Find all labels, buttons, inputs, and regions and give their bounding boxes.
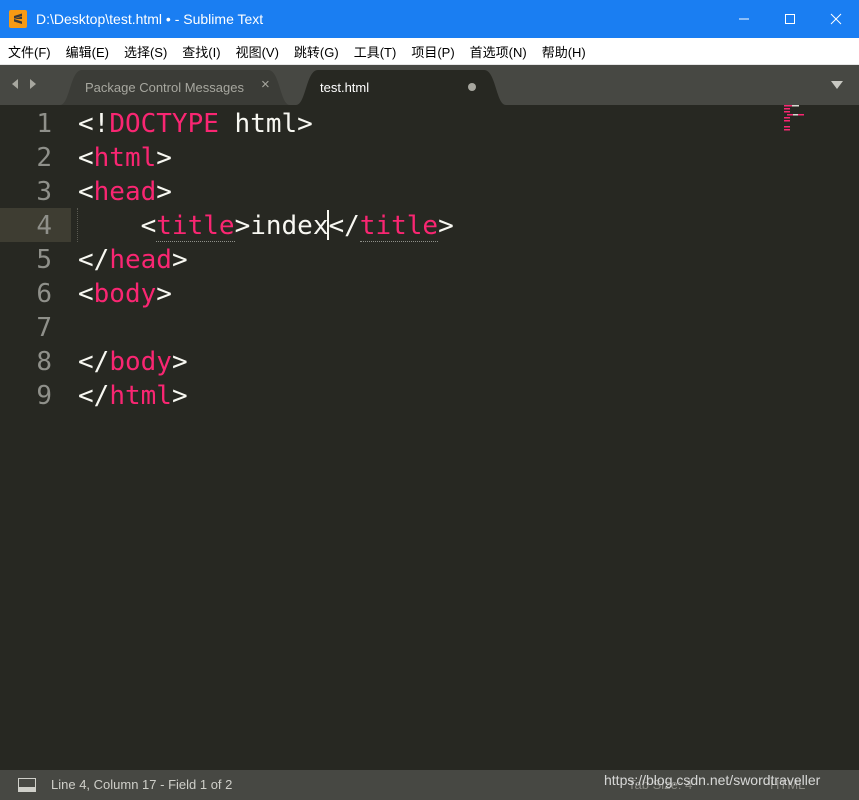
tab-label: Package Control Messages — [85, 80, 244, 95]
menu-file[interactable]: 文件(F) — [0, 42, 58, 61]
tab-label: test.html — [320, 80, 370, 95]
menu-selection[interactable]: 选择(S) — [116, 42, 174, 61]
tab-close-icon[interactable]: × — [261, 76, 270, 93]
line-number: 2 — [36, 143, 52, 173]
code-line: 7 — [0, 311, 780, 345]
code-token: >index — [234, 211, 329, 241]
tab-test-html[interactable]: test.html — [296, 70, 506, 105]
tag-name-token: html — [109, 381, 172, 411]
code-token: > — [156, 177, 172, 207]
code-token: > — [171, 245, 188, 275]
close-button[interactable] — [813, 0, 859, 38]
code-text: <body> — [78, 277, 172, 311]
tag-name-token: body — [93, 279, 157, 309]
code-line: 5 </head> — [0, 243, 780, 277]
tag-name-token: html — [93, 143, 157, 173]
maximize-icon — [785, 14, 795, 24]
code-text: </body> — [78, 345, 188, 379]
cursor-position: Line 4, Column 17 - Field 1 of 2 — [51, 777, 233, 792]
line-number: 9 — [36, 381, 52, 411]
code-text: </html> — [78, 379, 188, 413]
close-icon — [830, 13, 842, 25]
menu-project[interactable]: 项目(P) — [403, 42, 461, 61]
code-token: html> — [218, 109, 313, 139]
menu-bar: 文件(F) 编辑(E) 选择(S) 查找(I) 视图(V) 跳转(G) 工具(T… — [0, 38, 859, 65]
code-token: <! — [78, 109, 110, 139]
title-bar: D:\Desktop\test.html • - Sublime Text — [0, 0, 859, 38]
minimap[interactable] — [784, 105, 820, 135]
tab-list-dropdown-icon[interactable] — [831, 80, 843, 90]
menu-edit[interactable]: 编辑(E) — [58, 42, 116, 61]
tag-name-token: DOCTYPE — [109, 109, 219, 139]
code-line: 9 </html> — [0, 379, 780, 413]
line-number: 1 — [36, 109, 52, 139]
code-token: </ — [78, 347, 110, 377]
sublime-text-icon — [9, 10, 27, 28]
code-line: 1 <!DOCTYPE html> — [0, 107, 780, 141]
tag-name-token: body — [109, 347, 172, 377]
code-token: </ — [328, 211, 360, 241]
menu-tools[interactable]: 工具(T) — [346, 42, 404, 61]
code-token: < — [78, 143, 94, 173]
code-token: > — [171, 381, 188, 411]
maximize-button[interactable] — [767, 0, 813, 38]
tab-package-control-messages[interactable]: Package Control Messages × — [60, 70, 290, 105]
code-token: < — [78, 177, 94, 207]
code-token: > — [156, 279, 172, 309]
code-text: <title>index</title> — [78, 209, 454, 243]
line-number: 3 — [36, 177, 52, 207]
tab-strip: Package Control Messages × test.html — [0, 65, 859, 105]
line-number: 4 — [36, 211, 52, 241]
code-text: <!DOCTYPE html> — [78, 107, 313, 141]
menu-find[interactable]: 查找(I) — [174, 42, 227, 61]
code-text: </head> — [78, 243, 188, 277]
code-token: > — [156, 143, 172, 173]
code-token: > — [438, 211, 454, 241]
arrow-right-icon[interactable] — [28, 78, 38, 90]
menu-preferences[interactable]: 首选项(N) — [462, 42, 534, 61]
code-line: 8 </body> — [0, 345, 780, 379]
window-controls — [721, 0, 859, 38]
window-title: D:\Desktop\test.html • - Sublime Text — [36, 11, 264, 27]
tag-name-token: head — [93, 177, 157, 207]
line-number: 8 — [36, 347, 52, 377]
unsaved-dot-icon[interactable] — [468, 83, 476, 91]
menu-view[interactable]: 视图(V) — [228, 42, 286, 61]
code-line: 3 <head> — [0, 175, 780, 209]
code-line: 4 <title>index</title> — [0, 209, 780, 243]
minimize-button[interactable] — [721, 0, 767, 38]
menu-goto[interactable]: 跳转(G) — [286, 42, 346, 61]
tab-nav-arrows — [10, 78, 38, 90]
tag-name-token: title — [156, 211, 235, 242]
code-token: </ — [78, 245, 110, 275]
code-token: </ — [78, 381, 110, 411]
code-text: <html> — [78, 141, 172, 175]
panel-toggle-icon[interactable] — [18, 778, 36, 792]
code-token: < — [78, 211, 157, 241]
tag-name-token: head — [109, 245, 172, 275]
line-number: 7 — [36, 313, 52, 343]
code-token: > — [171, 347, 188, 377]
code-line: 6 <body> — [0, 277, 780, 311]
tag-name-token: title — [359, 211, 439, 242]
code-text: <head> — [78, 175, 172, 209]
watermark: https://blog.csdn.net/swordtraveller — [604, 772, 821, 788]
code-line: 2 <html> — [0, 141, 780, 175]
line-number: 6 — [36, 279, 52, 309]
arrow-left-icon[interactable] — [10, 78, 20, 90]
menu-help[interactable]: 帮助(H) — [534, 42, 593, 61]
minimize-icon — [739, 18, 749, 20]
code-editor[interactable]: 1 <!DOCTYPE html> 2 <html> 3 <head> 4 <title>i… — [0, 105, 859, 770]
line-number: 5 — [36, 245, 52, 275]
code-token: < — [78, 279, 94, 309]
